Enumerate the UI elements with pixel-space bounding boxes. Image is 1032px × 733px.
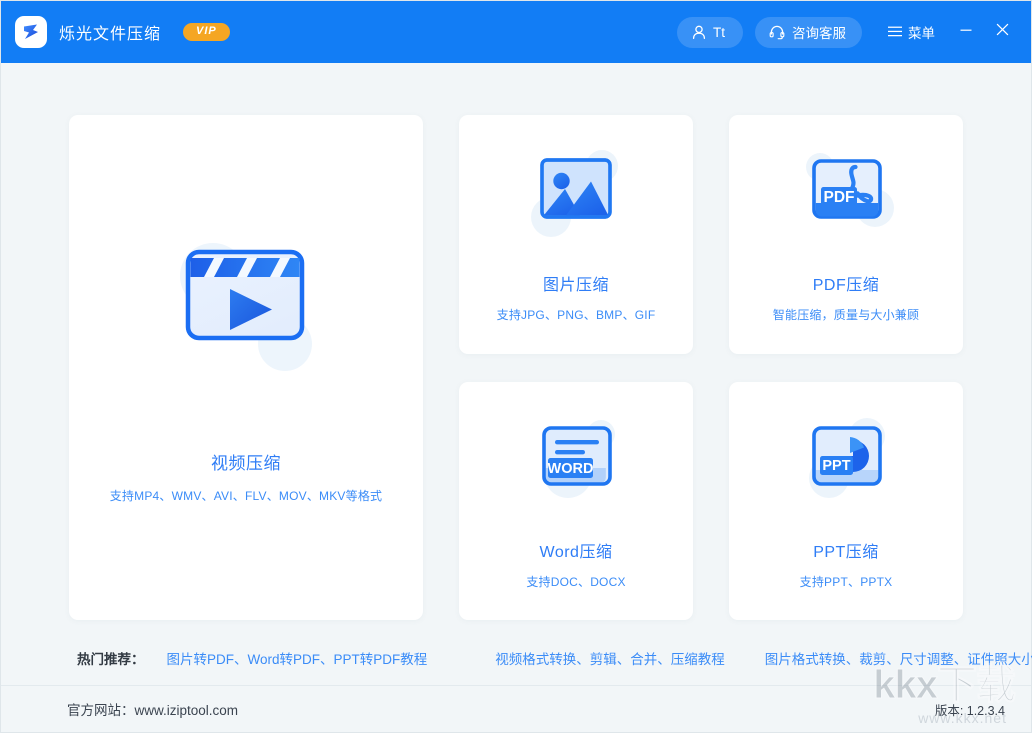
- left-column: 视频压缩 支持MP4、WMV、AVI、FLV、MOV、MKV等格式: [69, 115, 423, 620]
- title-bar: 烁光文件压缩 VIP Tt 咨询客服: [1, 1, 1031, 63]
- menu-button[interactable]: 菜单: [888, 22, 935, 42]
- app-logo-icon: [15, 16, 47, 48]
- version-text: 版本: 1.2.3.4: [935, 700, 1005, 719]
- rec-link-image-tutorials[interactable]: 图片格式转换、裁剪、尺寸调整、证件照大小调整: [765, 648, 1032, 668]
- card-ppt-compress[interactable]: PPT PPT压缩 支持PPT、PPTX: [729, 382, 963, 621]
- ppt-file-icon: PPT: [793, 412, 899, 512]
- hot-recommendations: 热门推荐： 图片转PDF、Word转PDF、PPT转PDF教程 视频格式转换、剪…: [69, 636, 963, 680]
- minimize-icon: [959, 23, 973, 42]
- card-row-bottom: WORD Word压缩 支持DOC、DOCX: [459, 382, 963, 621]
- card-subtitle: 支持DOC、DOCX: [526, 573, 625, 590]
- right-column: 图片压缩 支持JPG、PNG、BMP、GIF: [459, 115, 963, 620]
- vip-badge[interactable]: VIP: [183, 23, 230, 41]
- card-word-compress[interactable]: WORD Word压缩 支持DOC、DOCX: [459, 382, 693, 621]
- card-title: Word压缩: [540, 538, 613, 562]
- svg-text:PPT: PPT: [822, 458, 850, 474]
- user-account-button[interactable]: Tt: [677, 17, 743, 48]
- card-title: PPT压缩: [813, 538, 879, 562]
- card-subtitle: 支持MP4、WMV、AVI、FLV、MOV、MKV等格式: [110, 487, 383, 504]
- card-title: PDF压缩: [813, 271, 880, 295]
- card-row-top: 图片压缩 支持JPG、PNG、BMP、GIF: [459, 115, 963, 354]
- video-clapperboard-icon: [167, 231, 325, 381]
- main-content: 视频压缩 支持MP4、WMV、AVI、FLV、MOV、MKV等格式: [1, 63, 1031, 685]
- rec-link-video-tutorials[interactable]: 视频格式转换、剪辑、合并、压缩教程: [495, 648, 725, 668]
- pdf-file-icon: PDF: [793, 145, 899, 245]
- customer-service-label: 咨询客服: [792, 22, 846, 42]
- card-pdf-compress[interactable]: PDF PDF压缩 智能压缩，质量与大小兼顾: [729, 115, 963, 354]
- menu-label: 菜单: [908, 22, 935, 42]
- card-subtitle: 智能压缩，质量与大小兼顾: [773, 306, 919, 323]
- card-title: 图片压缩: [543, 271, 609, 295]
- svg-text:PDF: PDF: [824, 189, 855, 206]
- card-subtitle: 支持JPG、PNG、BMP、GIF: [497, 306, 656, 323]
- rec-link-pdf-tutorials[interactable]: 图片转PDF、Word转PDF、PPT转PDF教程: [167, 648, 428, 668]
- app-title: 烁光文件压缩: [59, 20, 161, 44]
- headset-icon: [769, 24, 792, 40]
- hot-recommendations-label: 热门推荐：: [77, 648, 145, 668]
- brand: 烁光文件压缩 VIP: [15, 16, 230, 48]
- user-account-label: Tt: [713, 25, 725, 40]
- card-image-compress[interactable]: 图片压缩 支持JPG、PNG、BMP、GIF: [459, 115, 693, 354]
- close-button[interactable]: [987, 17, 1017, 47]
- hamburger-icon: [888, 25, 902, 40]
- app-window: 烁光文件压缩 VIP Tt 咨询客服: [0, 0, 1032, 733]
- official-website-text: 官方网站：www.iziptool.com: [67, 699, 238, 719]
- picture-icon: [523, 145, 629, 245]
- card-title: 视频压缩: [211, 449, 281, 474]
- card-subtitle: 支持PPT、PPTX: [800, 573, 893, 590]
- customer-service-button[interactable]: 咨询客服: [755, 17, 862, 48]
- user-icon: [692, 25, 713, 40]
- card-video-compress[interactable]: 视频压缩 支持MP4、WMV、AVI、FLV、MOV、MKV等格式: [69, 115, 423, 620]
- footer-bar: 官方网站：www.iziptool.com 版本: 1.2.3.4: [1, 685, 1031, 732]
- close-icon: [995, 22, 1010, 42]
- svg-text:WORD: WORD: [548, 461, 594, 477]
- minimize-button[interactable]: [951, 17, 981, 47]
- feature-card-grid: 视频压缩 支持MP4、WMV、AVI、FLV、MOV、MKV等格式: [69, 115, 963, 620]
- word-file-icon: WORD: [523, 412, 629, 512]
